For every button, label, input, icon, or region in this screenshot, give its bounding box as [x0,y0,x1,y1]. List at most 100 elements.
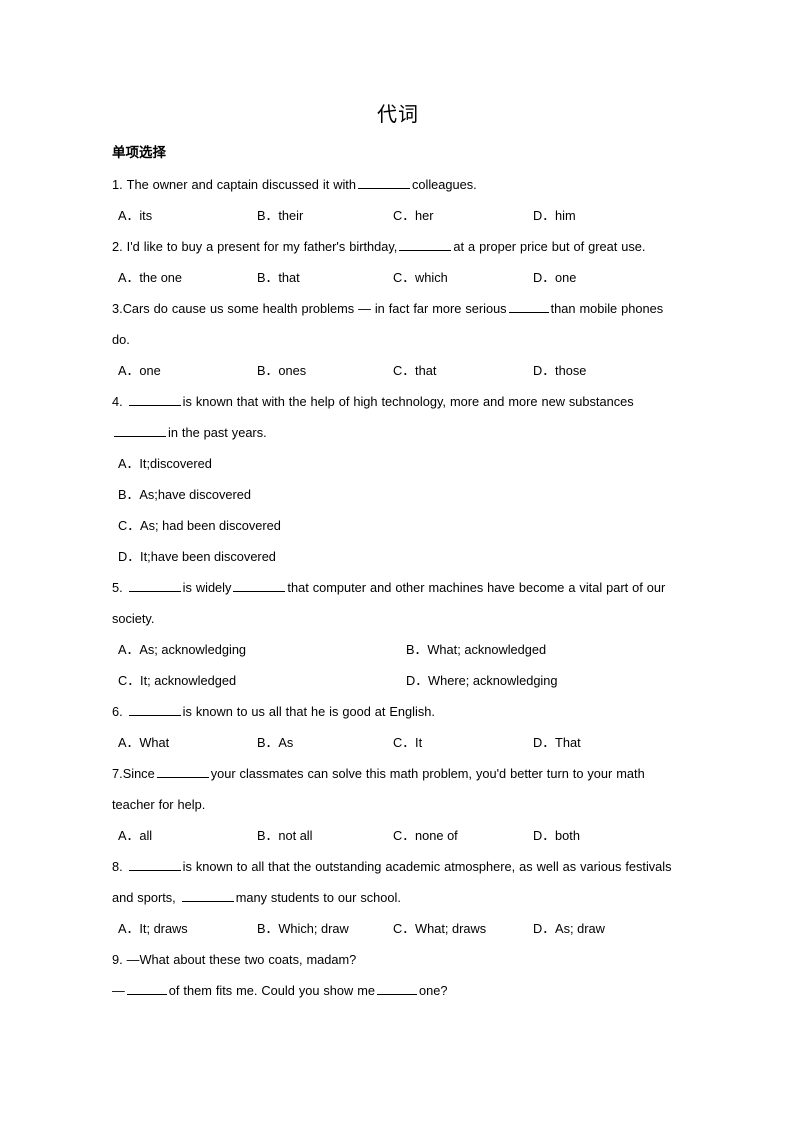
question-6-option-b[interactable]: B．As [251,727,387,758]
question-8-option-b[interactable]: B．Which; draw [251,913,387,944]
question-2-option-a[interactable]: A．the one [112,262,251,293]
question-1-text-pre: The owner and captain discussed it with [126,177,356,192]
question-1-option-c[interactable]: C．her [387,200,527,231]
question-7-option-a[interactable]: A．all [112,820,251,851]
question-4-option-a[interactable]: A．It;discovered [112,448,684,479]
option-text: him [555,208,576,223]
option-text: ones [278,363,307,378]
question-1: 1. The owner and captain discussed it wi… [112,169,684,231]
question-5-option-b[interactable]: B．What; acknowledged [400,634,684,665]
option-text: none of [415,828,458,843]
option-letter: A． [118,208,140,223]
question-8-stem: 8. is known to all that the outstanding … [112,851,684,913]
option-text: It; acknowledged [140,673,237,688]
option-letter: C． [393,921,416,936]
option-text: Where; acknowledging [428,673,558,688]
question-6-stem: 6. is known to us all that he is good at… [112,696,684,727]
question-5-stem: 5. is widely that computer and other mach… [112,572,684,634]
question-3-option-a[interactable]: A．one [112,355,251,386]
question-6: 6. is known to us all that he is good at… [112,696,684,758]
question-3-option-c[interactable]: C．that [387,355,527,386]
option-letter: C． [393,363,416,378]
question-5-text-mid: is widely [182,580,232,595]
option-text: As; acknowledging [139,642,247,657]
question-7-option-b[interactable]: B．not all [251,820,387,851]
question-5-option-a[interactable]: A．As; acknowledging [112,634,400,665]
question-6-option-c[interactable]: C．It [387,727,527,758]
question-7-option-d[interactable]: D．both [527,820,684,851]
option-letter: C． [393,208,416,223]
question-2-text-post: at a proper price but of great use. [453,239,646,254]
question-4-stem: 4. is known that with the help of high t… [112,386,684,448]
question-5-options-row-2: C．It; acknowledged D．Where; acknowledgin… [112,665,684,696]
option-letter: D． [118,549,141,564]
option-letter: C． [393,828,416,843]
option-text: Which; draw [278,921,349,936]
section-heading: 单项选择 [112,145,166,160]
question-7-option-c[interactable]: C．none of [387,820,527,851]
question-8-number: 8. [112,859,123,874]
option-text: the one [139,270,183,285]
question-2-stem: 2. I'd like to buy a present for my fath… [112,231,684,262]
question-9-stem-line-1: 9. —What about these two coats, madam? [112,944,684,975]
question-8-option-c[interactable]: C．What; draws [387,913,527,944]
question-4-text-post: in the past years. [168,425,267,440]
option-letter: B． [257,735,279,750]
option-letter: A． [118,456,140,471]
question-7-blank-1 [156,764,209,778]
question-1-option-b[interactable]: B．their [251,200,387,231]
option-text: It;discovered [139,456,212,471]
option-letter: B． [406,642,428,657]
question-2-option-b[interactable]: B．that [251,262,387,293]
question-1-options: A．its B．their C．her D．him [112,200,684,231]
option-letter: A． [118,363,140,378]
option-letter: D． [533,208,556,223]
question-5-option-c[interactable]: C．It; acknowledged [112,665,400,696]
option-letter: C． [393,270,416,285]
question-3-option-d[interactable]: D．those [527,355,684,386]
question-5-blank-2 [233,578,286,592]
question-1-option-d[interactable]: D．him [527,200,684,231]
option-letter: D． [533,828,556,843]
option-text: one [139,363,161,378]
question-5-options-row-1: A．As; acknowledging B．What; acknowledged [112,634,684,665]
question-9-dash: — [112,983,125,998]
question-6-blank-1 [128,702,181,716]
question-9-dialog-line-2-post: one? [419,983,448,998]
question-9-stem-line-2: — of them fits me. Could you show me one? [112,975,684,1006]
question-2-option-c[interactable]: C．which [387,262,527,293]
option-text: It [415,735,423,750]
option-letter: C． [393,735,416,750]
question-8-option-d[interactable]: D．As; draw [527,913,684,944]
question-6-text-post: is known to us all that he is good at En… [182,704,435,719]
question-2-option-d[interactable]: D．one [527,262,684,293]
question-9-dialog-line-2-mid: of them fits me. Could you show me [168,983,376,998]
option-letter: B． [118,487,140,502]
question-3-option-b[interactable]: B．ones [251,355,387,386]
question-7-options: A．all B．not all C．none of D．both [112,820,684,851]
question-8-option-a[interactable]: A．It; draws [112,913,251,944]
question-4-option-d[interactable]: D．It;have been discovered [112,541,684,572]
question-4-option-c[interactable]: C．As; had been discovered [112,510,684,541]
option-letter: A． [118,270,140,285]
question-6-option-d[interactable]: D．That [527,727,684,758]
question-5-option-d[interactable]: D．Where; acknowledging [400,665,684,696]
question-3-options: A．one B．ones C．that D．those [112,355,684,386]
question-7: 7.Since your classmates can solve this ma… [112,758,684,851]
option-text: which [415,270,448,285]
option-text: What; acknowledged [427,642,547,657]
question-7-number: 7. [112,766,123,781]
option-text: That [555,735,581,750]
option-text: one [555,270,577,285]
question-1-option-a[interactable]: A．its [112,200,251,231]
option-letter: C． [118,518,141,533]
document-content: 代词 单项选择 1. The owner and captain discuss… [112,100,684,1006]
question-2: 2. I'd like to buy a present for my fath… [112,231,684,293]
option-text: her [415,208,434,223]
question-4-option-b[interactable]: B．As;have discovered [112,479,684,510]
question-7-text-pre: Since [122,766,155,781]
question-3-stem: 3.Cars do cause us some health problems … [112,293,684,355]
question-6-option-a[interactable]: A．What [112,727,251,758]
option-letter: B． [257,208,279,223]
option-letter: A． [118,735,140,750]
